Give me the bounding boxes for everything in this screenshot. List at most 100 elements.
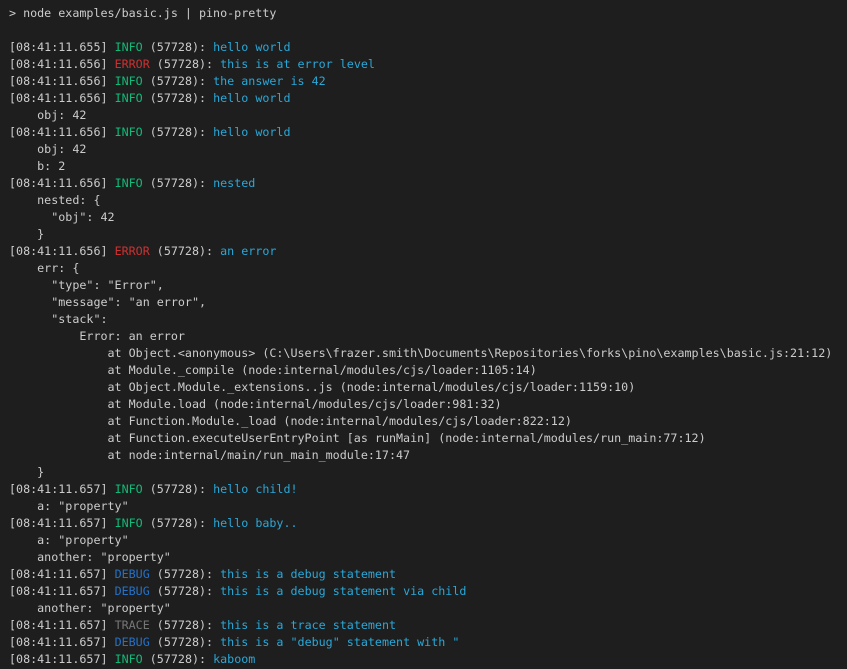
terminal-output[interactable]: > node examples/basic.js | pino-pretty [… (0, 0, 847, 669)
log-detail-text: at Module.load (node:internal/modules/cj… (9, 397, 502, 411)
log-message: hello child! (213, 482, 297, 496)
log-line: [08:41:11.657] INFO (57728): hello baby.… (9, 515, 847, 532)
log-level-badge: INFO (115, 91, 143, 105)
log-detail-line: "stack": (9, 311, 847, 328)
log-timestamp: [08:41:11.657] (9, 635, 115, 649)
log-detail-line: "message": "an error", (9, 294, 847, 311)
log-detail-line: another: "property" (9, 549, 847, 566)
log-detail-text: obj: 42 (9, 142, 86, 156)
log-message: kaboom (213, 652, 255, 666)
log-pid: (57728): (143, 652, 213, 666)
log-detail-text: at Object.Module._extensions..js (node:i… (9, 380, 635, 394)
log-timestamp: [08:41:11.657] (9, 584, 115, 598)
log-message: this is a "debug" statement with " (220, 635, 459, 649)
log-detail-line: at node:internal/main/run_main_module:17… (9, 447, 847, 464)
log-detail-text: at Module._compile (node:internal/module… (9, 363, 537, 377)
log-detail-line: obj: 42 (9, 141, 847, 158)
log-pid: (57728): (143, 91, 213, 105)
log-detail-line: at Object.Module._extensions..js (node:i… (9, 379, 847, 396)
log-detail-text: another: "property" (9, 601, 171, 615)
log-pid: (57728): (150, 584, 220, 598)
log-line: [08:41:11.656] ERROR (57728): this is at… (9, 56, 847, 73)
log-pid: (57728): (150, 635, 220, 649)
command-text: > node examples/basic.js | pino-pretty (9, 6, 276, 20)
log-timestamp: [08:41:11.657] (9, 567, 115, 581)
log-detail-line: at Module.load (node:internal/modules/cj… (9, 396, 847, 413)
log-detail-line: } (9, 226, 847, 243)
log-detail-line: obj: 42 (9, 107, 847, 124)
log-detail-line: another: "property" (9, 600, 847, 617)
log-detail-text: "stack": (9, 312, 108, 326)
log-message: this is a trace statement (220, 618, 396, 632)
log-detail-text: another: "property" (9, 550, 171, 564)
log-level-badge: INFO (115, 482, 143, 496)
log-message: hello world (213, 40, 290, 54)
log-detail-text: obj: 42 (9, 108, 86, 122)
log-detail-text: Error: an error (9, 329, 185, 343)
command-line: > node examples/basic.js | pino-pretty (9, 5, 847, 22)
log-detail-text: at node:internal/main/run_main_module:17… (9, 448, 410, 462)
log-level-badge: INFO (115, 516, 143, 530)
log-message: an error (220, 244, 276, 258)
log-level-badge: INFO (115, 176, 143, 190)
log-message: the answer is 42 (213, 74, 326, 88)
log-detail-line: "obj": 42 (9, 209, 847, 226)
log-message: hello baby.. (213, 516, 297, 530)
log-detail-line: b: 2 (9, 158, 847, 175)
log-line: [08:41:11.657] DEBUG (57728): this is a … (9, 583, 847, 600)
log-detail-text: } (9, 465, 44, 479)
log-line: [08:41:11.657] TRACE (57728): this is a … (9, 617, 847, 634)
log-detail-line: at Module._compile (node:internal/module… (9, 362, 847, 379)
log-pid: (57728): (143, 176, 213, 190)
log-level-badge: INFO (115, 74, 143, 88)
log-message: hello world (213, 91, 290, 105)
log-line: [08:41:11.656] INFO (57728): the answer … (9, 73, 847, 90)
log-level-badge: DEBUG (115, 567, 150, 581)
log-level-badge: TRACE (115, 618, 150, 632)
log-detail-line: at Object.<anonymous> (C:\Users\frazer.s… (9, 345, 847, 362)
log-detail-text: at Object.<anonymous> (C:\Users\frazer.s… (9, 346, 832, 360)
log-level-badge: DEBUG (115, 584, 150, 598)
log-level-badge: INFO (115, 125, 143, 139)
log-level-badge: DEBUG (115, 635, 150, 649)
log-line: [08:41:11.657] INFO (57728): hello child… (9, 481, 847, 498)
log-message: this is a debug statement via child (220, 584, 466, 598)
log-timestamp: [08:41:11.655] (9, 40, 115, 54)
log-detail-line: at Function.executeUserEntryPoint [as ru… (9, 430, 847, 447)
log-detail-line: err: { (9, 260, 847, 277)
log-pid: (57728): (143, 125, 213, 139)
log-timestamp: [08:41:11.657] (9, 516, 115, 530)
log-line: [08:41:11.656] INFO (57728): hello world (9, 90, 847, 107)
log-pid: (57728): (143, 482, 213, 496)
log-detail-text: a: "property" (9, 533, 129, 547)
log-level-badge: INFO (115, 652, 143, 666)
log-detail-line: nested: { (9, 192, 847, 209)
log-detail-text: "message": "an error", (9, 295, 206, 309)
log-detail-text: "type": "Error", (9, 278, 164, 292)
log-pid: (57728): (143, 516, 213, 530)
log-message: hello world (213, 125, 290, 139)
log-line: [08:41:11.656] INFO (57728): nested (9, 175, 847, 192)
log-detail-line: Error: an error (9, 328, 847, 345)
log-message: this is a debug statement (220, 567, 396, 581)
log-detail-line: } (9, 464, 847, 481)
log-pid: (57728): (143, 40, 213, 54)
log-detail-line: a: "property" (9, 532, 847, 549)
log-detail-text: a: "property" (9, 499, 129, 513)
log-detail-text: nested: { (9, 193, 100, 207)
log-detail-text: b: 2 (9, 159, 65, 173)
log-detail-text: } (9, 227, 44, 241)
log-level-badge: ERROR (115, 57, 150, 71)
log-line: [08:41:11.657] DEBUG (57728): this is a … (9, 634, 847, 651)
log-message: this is at error level (220, 57, 375, 71)
log-detail-text: "obj": 42 (9, 210, 115, 224)
log-line: [08:41:11.655] INFO (57728): hello world (9, 39, 847, 56)
log-timestamp: [08:41:11.657] (9, 652, 115, 666)
log-message: nested (213, 176, 255, 190)
log-timestamp: [08:41:11.656] (9, 125, 115, 139)
blank-line (9, 22, 847, 39)
log-timestamp: [08:41:11.657] (9, 482, 115, 496)
log-timestamp: [08:41:11.656] (9, 91, 115, 105)
log-pid: (57728): (143, 74, 213, 88)
log-line: [08:41:11.657] DEBUG (57728): this is a … (9, 566, 847, 583)
